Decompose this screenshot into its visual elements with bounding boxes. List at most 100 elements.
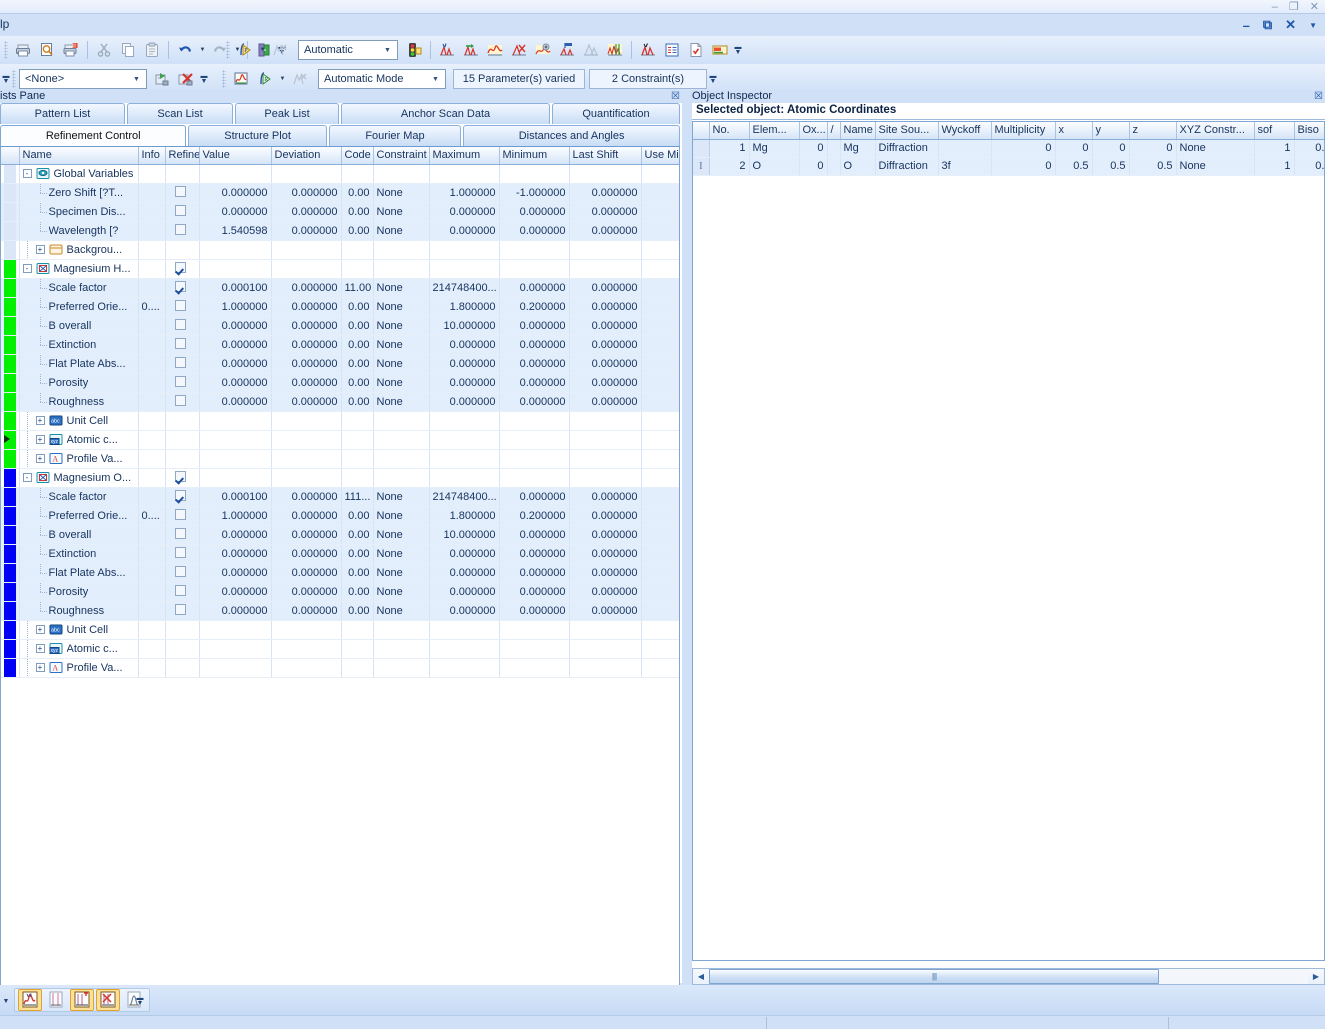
table-row[interactable]: + xyz Atomic c... — [1, 430, 679, 450]
insert-peak-icon[interactable] — [556, 39, 578, 61]
cell-name[interactable]: Preferred Orie... — [19, 506, 139, 526]
cell-name[interactable]: Extinction — [19, 335, 139, 355]
oi-cell-y[interactable]: 0 — [1092, 139, 1130, 158]
cell-value[interactable] — [199, 658, 272, 678]
cell-deviation[interactable]: 0.000000 — [271, 183, 342, 203]
cell-info[interactable] — [138, 620, 166, 640]
cell-name[interactable]: B overall — [19, 316, 139, 336]
oi-column-header-name[interactable]: Name — [840, 122, 876, 140]
cell-info[interactable] — [138, 582, 166, 602]
cell-value[interactable]: 0.000000 — [199, 392, 272, 412]
cell-maximum[interactable] — [429, 164, 500, 184]
cell-use-min[interactable] — [641, 468, 679, 488]
cell-deviation[interactable]: 0.000000 — [271, 506, 342, 526]
collapse-toggle-icon[interactable]: - — [22, 264, 32, 273]
cell-code[interactable] — [341, 430, 374, 450]
cell-last-shift[interactable]: 0.000000 — [569, 563, 642, 583]
cell-constraint[interactable]: None — [373, 297, 430, 317]
cell-name[interactable]: + xyz Atomic c... — [19, 639, 139, 659]
refine-checkbox[interactable] — [174, 394, 186, 406]
oi-table-row[interactable]: 1Mg0MgDiffraction0000None10.5 — [693, 139, 1324, 158]
cell-maximum[interactable]: 214748400... — [429, 487, 500, 507]
cell-code[interactable]: 0.00 — [341, 335, 374, 355]
cell-value[interactable]: 0.000000 — [199, 202, 272, 222]
cell-value[interactable] — [199, 639, 272, 659]
cell-minimum[interactable] — [499, 164, 570, 184]
cell-use-min[interactable] — [641, 525, 679, 545]
cell-value[interactable] — [199, 449, 272, 469]
column-header-minimum[interactable]: Minimum — [499, 147, 570, 165]
oi-cell-xyz-constraint[interactable]: None — [1176, 157, 1255, 176]
oi-cell-biso[interactable]: 0.5 — [1294, 139, 1324, 158]
cell-maximum[interactable] — [429, 449, 500, 469]
cell-name[interactable]: + abc Unit Cell — [19, 620, 139, 640]
cell-value[interactable]: 0.000000 — [199, 373, 272, 393]
expand-toggle-icon[interactable]: + — [35, 663, 45, 672]
table-row[interactable]: Extinction 0.000000 0.000000 0.00 None 0.0000… — [1, 544, 679, 564]
oi-cell-z[interactable]: 0.5 — [1129, 157, 1177, 176]
cell-use-min[interactable] — [641, 449, 679, 469]
cell-name[interactable]: Roughness — [19, 392, 139, 412]
cell-last-shift[interactable]: 0.000000 — [569, 582, 642, 602]
table-row[interactable]: B overall 0.000000 0.000000 0.00 None 10.0000… — [1, 316, 679, 336]
cell-constraint[interactable]: None — [373, 335, 430, 355]
oi-cell-sof[interactable]: 1 — [1254, 157, 1295, 176]
cell-last-shift[interactable]: 0.000000 — [569, 544, 642, 564]
right-horizontal-scrollbar[interactable]: ◀ |||| ▶ — [692, 968, 1325, 985]
table-row[interactable]: Roughness 0.000000 0.000000 0.00 None 0.00000… — [1, 601, 679, 621]
cell-use-min[interactable] — [641, 392, 679, 412]
cell-maximum[interactable]: 0.000000 — [429, 563, 500, 583]
cell-last-shift[interactable]: 0.000000 — [569, 297, 642, 317]
cell-deviation[interactable] — [271, 430, 342, 450]
cell-last-shift[interactable]: 0.000000 — [569, 316, 642, 336]
chevron-down-icon[interactable]: ▼ — [129, 71, 144, 87]
view-pattern-icon[interactable] — [18, 989, 42, 1011]
cell-last-shift[interactable]: 0.000000 — [569, 601, 642, 621]
cell-deviation[interactable] — [271, 449, 342, 469]
oi-cell-name[interactable]: O — [840, 157, 876, 176]
view-delete-peak-icon[interactable] — [96, 989, 120, 1011]
oi-cell-xyz-constraint[interactable]: None — [1176, 139, 1255, 158]
stop-refine-icon[interactable] — [289, 68, 311, 90]
tab-peak-list[interactable]: Peak List — [235, 103, 339, 124]
cell-info[interactable] — [138, 278, 166, 298]
tab-fourier-map[interactable]: Fourier Map — [328, 125, 462, 146]
cell-refine[interactable] — [165, 544, 200, 564]
refine-checkbox[interactable] — [174, 299, 186, 311]
oi-column-header-biso[interactable]: Biso — [1294, 122, 1324, 140]
crystallite-icon[interactable] — [604, 39, 626, 61]
column-header-value[interactable]: Value — [199, 147, 272, 165]
table-row[interactable]: + A Profile Va... — [1, 449, 679, 469]
cell-code[interactable]: 0.00 — [341, 525, 374, 545]
cell-code[interactable]: 0.00 — [341, 354, 374, 374]
cell-last-shift[interactable]: 0.000000 — [569, 183, 642, 203]
undo-icon[interactable] — [174, 39, 196, 61]
cell-constraint[interactable]: None — [373, 316, 430, 336]
cell-value[interactable] — [199, 468, 272, 488]
cell-refine[interactable] — [165, 525, 200, 545]
view-peaks-icon[interactable] — [44, 989, 68, 1011]
cell-maximum[interactable]: 10.000000 — [429, 316, 500, 336]
oi-scroll-thumb[interactable]: |||| — [709, 969, 1159, 984]
chevron-down-icon[interactable]: ▼ — [380, 42, 395, 58]
cell-info[interactable] — [138, 164, 166, 184]
cell-code[interactable] — [341, 639, 374, 659]
cell-last-shift[interactable] — [569, 240, 642, 260]
column-header-constraint[interactable]: Constraint — [373, 147, 430, 165]
cell-name[interactable]: + A Profile Va... — [19, 658, 139, 678]
cell-refine[interactable] — [165, 563, 200, 583]
cell-maximum[interactable]: 1.800000 — [429, 297, 500, 317]
cell-name[interactable]: Wavelength [? — [19, 221, 139, 241]
cell-code[interactable]: 0.00 — [341, 563, 374, 583]
cell-last-shift[interactable]: 0.000000 — [569, 354, 642, 374]
bottom-toolbar-overflow[interactable]: ▼ — [0, 990, 12, 1012]
cell-maximum[interactable]: 1.800000 — [429, 506, 500, 526]
cell-code[interactable]: 11.00 — [341, 278, 374, 298]
cell-deviation[interactable]: 0.000000 — [271, 487, 342, 507]
cell-name[interactable]: + Backgrou... — [19, 240, 139, 260]
cell-maximum[interactable] — [429, 430, 500, 450]
refine-checkbox[interactable] — [174, 223, 186, 235]
expand-toggle-icon[interactable]: + — [35, 644, 45, 653]
oi-row-gutter[interactable] — [693, 139, 710, 158]
column-header-info[interactable]: Info — [138, 147, 166, 165]
